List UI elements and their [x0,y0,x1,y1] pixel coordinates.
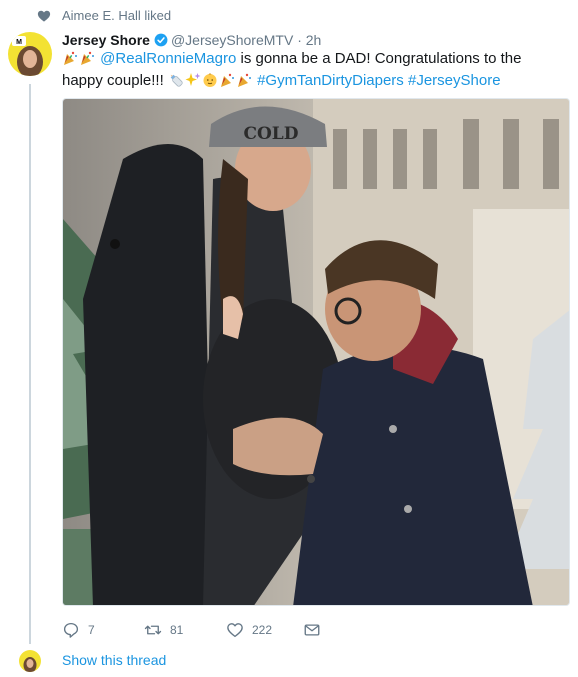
thread-connector-line [29,84,31,644]
baby-bottle-icon [170,74,183,87]
avatar[interactable]: M [8,32,52,76]
reply-icon [63,622,79,638]
party-popper-icon [237,73,251,87]
heart-icon [37,10,51,22]
timestamp[interactable]: 2h [306,32,322,48]
retweet-icon [144,625,162,635]
mention-link[interactable]: @RealRonnieMagro [100,50,236,67]
like-action[interactable]: 222 [226,620,272,640]
party-popper-icon [64,51,77,65]
hashtag-link[interactable]: #JerseyShore [408,72,501,89]
avatar-image: M [8,32,52,76]
svg-text:M: M [16,39,22,46]
hat-text: COLD [243,124,298,144]
baby-icon [203,73,217,87]
handle[interactable]: @JerseyShoreMTV [171,32,293,48]
verified-badge-icon [154,33,168,47]
social-context: Aimee E. Hall liked [0,0,578,30]
tweet-text: @RealRonnieMagro is gonna be a DAD! Cong… [62,48,562,92]
social-context-text[interactable]: Aimee E. Hall liked [62,8,171,23]
reply-action[interactable]: 7 [62,620,95,640]
tweet-actions: 7 81 222 [62,620,362,640]
party-popper-icon [81,51,94,65]
retweet-action[interactable]: 81 [144,620,183,640]
photo-illustration: COLD [63,99,569,605]
show-thread-link[interactable]: Show this thread [62,652,166,668]
tweet-media-photo[interactable]: COLD [62,98,570,606]
direct-message-action[interactable] [303,620,329,640]
display-name[interactable]: Jersey Shore [62,32,150,48]
party-popper-icon [220,73,234,87]
sparkles-icon [185,73,201,86]
like-icon [227,623,243,638]
hashtag-link[interactable]: #GymTanDirtyDiapers [257,72,404,89]
envelope-icon [304,624,320,636]
thread-avatar-image [19,650,41,672]
separator-dot: · [297,32,302,48]
like-count: 222 [252,623,273,637]
reply-count: 7 [88,623,95,637]
thread-avatar[interactable] [19,650,41,672]
retweet-count: 81 [170,623,184,637]
